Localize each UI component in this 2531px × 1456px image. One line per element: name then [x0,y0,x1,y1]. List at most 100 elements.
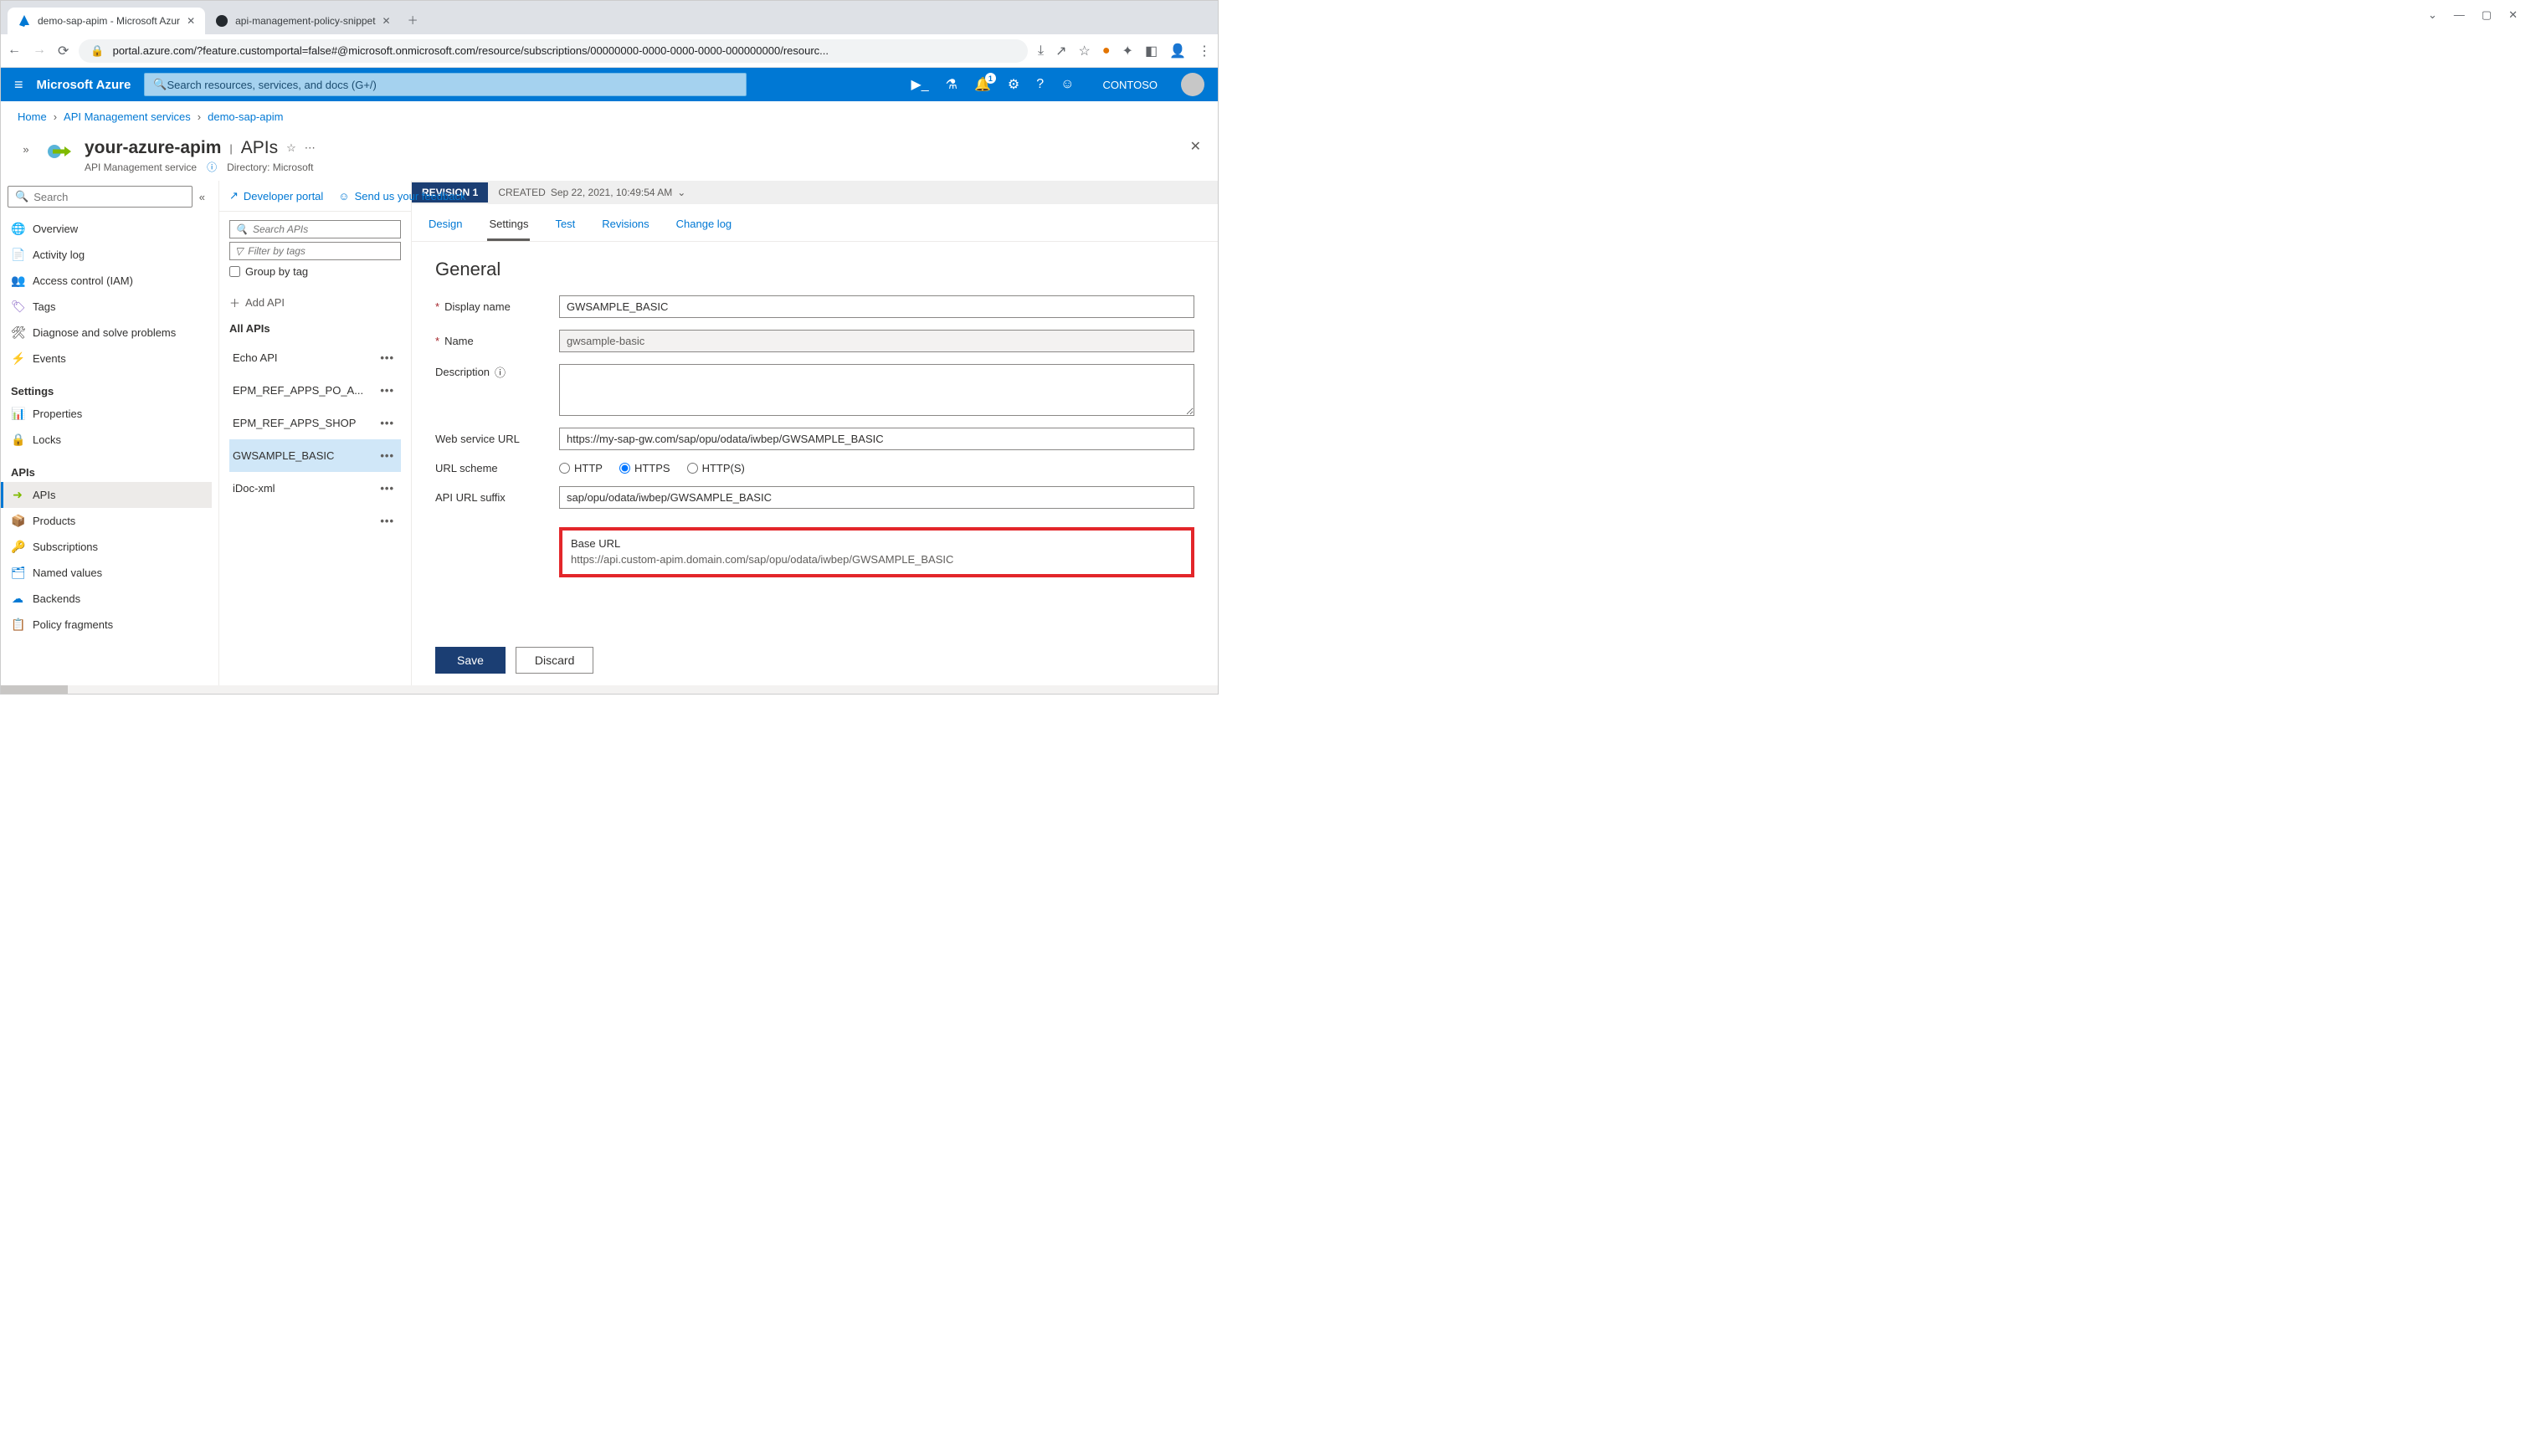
sidebar-item-tags[interactable]: 🏷Tags [1,294,212,320]
url-scheme-radio[interactable] [559,463,570,474]
web-service-url-input[interactable] [559,428,1194,450]
url-scheme-option[interactable]: HTTP(S) [687,462,745,474]
description-input[interactable] [559,364,1194,416]
api-list-item[interactable]: iDoc-xml••• [229,472,401,505]
browser-tab-active[interactable]: demo-sap-apim - Microsoft Azur ✕ [8,8,205,34]
sidebar-item-named-values[interactable]: 🗂Named values [1,560,212,586]
group-by-tag-input[interactable] [229,266,240,277]
api-search[interactable]: 🔍 [229,220,401,238]
group-by-tag-checkbox[interactable]: Group by tag [229,265,401,278]
api-list-item[interactable]: EPM_REF_APPS_SHOP••• [229,407,401,439]
close-tab-icon[interactable]: ✕ [382,15,391,27]
browser-tab[interactable]: api-management-policy-snippet ✕ [205,8,400,34]
sidebar-item-backends[interactable]: ☁Backends [1,586,212,612]
horizontal-scrollbar[interactable] [1,685,1218,694]
api-list-item[interactable]: GWSAMPLE_BASIC••• [229,439,401,472]
close-window-icon[interactable]: ✕ [2508,8,2518,22]
help-icon[interactable]: ? [1036,77,1044,92]
url-scheme-option[interactable]: HTTPS [619,462,670,474]
share-icon[interactable]: ↗ [1055,43,1066,59]
sidepanel-icon[interactable]: ◧ [1145,43,1158,59]
back-icon[interactable]: ← [8,43,21,59]
breadcrumb-services[interactable]: API Management services [64,110,191,123]
tag-filter[interactable]: ▽ [229,242,401,260]
puzzle-icon[interactable]: ✦ [1122,43,1133,59]
reload-icon[interactable]: ⟳ [58,43,69,59]
save-button[interactable]: Save [435,647,506,674]
sidebar-item-locks[interactable]: 🔒Locks [1,427,212,453]
more-icon[interactable]: ••• [380,417,394,429]
feedback-icon[interactable]: ☺ [1060,77,1074,92]
more-icon[interactable]: ••• [380,515,394,527]
sidebar-search[interactable]: 🔍 [8,186,193,208]
tab-revisions[interactable]: Revisions [600,213,650,241]
api-url-suffix-input[interactable] [559,486,1194,509]
tab-settings[interactable]: Settings [487,213,530,241]
url-scheme-radio[interactable] [619,463,630,474]
menu-icon[interactable]: ⋮ [1198,43,1211,59]
api-list-item[interactable]: ••• [229,505,401,537]
extension-icon[interactable]: ● [1102,44,1111,59]
pin-icon[interactable]: ☆ [286,141,296,155]
developer-portal-link[interactable]: ↗ Developer portal [229,189,323,203]
sidebar-item-overview[interactable]: 🌐Overview [1,216,212,242]
new-tab-button[interactable]: ＋ [401,5,425,34]
collapse-sidebar-icon[interactable]: « [199,191,205,203]
avatar[interactable] [1181,73,1204,96]
breadcrumb-resource[interactable]: demo-sap-apim [208,110,283,123]
sidebar-item-properties[interactable]: 📊Properties [1,401,212,427]
sidebar-item-products[interactable]: 📦Products [1,508,212,534]
sidebar-search-input[interactable] [33,191,185,203]
url-scheme-option[interactable]: HTTP [559,462,603,474]
sidebar-item-events[interactable]: ⚡Events [1,346,212,372]
star-icon[interactable]: ☆ [1079,43,1091,59]
maximize-icon[interactable]: ▢ [2482,8,2492,22]
chevron-down-icon[interactable]: ⌄ [677,187,685,198]
nav-label: Subscriptions [33,541,98,553]
install-icon[interactable]: ⤓ [1038,44,1044,59]
profile-icon[interactable]: 👤 [1169,43,1186,59]
filter-icon[interactable]: ⚗ [946,76,957,93]
all-apis-heading[interactable]: All APIs [229,322,401,335]
sidebar-item-apis[interactable]: ➜APIs [1,482,212,508]
add-api-button[interactable]: ＋ Add API [229,290,401,322]
nav-label: Tags [33,300,55,313]
notifications-icon[interactable]: 🔔1 [974,76,991,93]
global-search[interactable]: 🔍 [144,73,747,96]
more-icon[interactable]: ••• [380,449,394,462]
more-icon[interactable]: ⋯ [305,141,316,155]
cloud-shell-icon[interactable]: ▶_ [911,76,928,93]
display-name-input[interactable] [559,295,1194,318]
info-icon[interactable]: ⓘ [495,364,506,380]
discard-button[interactable]: Discard [516,647,593,674]
minimize-icon[interactable]: — [2454,8,2465,22]
close-blade-icon[interactable]: ✕ [1190,138,1201,155]
api-list-item[interactable]: EPM_REF_APPS_PO_A...••• [229,374,401,407]
tab-design[interactable]: Design [427,213,464,241]
api-search-input[interactable] [253,223,395,235]
more-icon[interactable]: ••• [380,351,394,364]
breadcrumb-home[interactable]: Home [18,110,47,123]
url-bar[interactable]: 🔒 portal.azure.com/?feature.customportal… [79,39,1028,63]
url-scheme-radio[interactable] [687,463,698,474]
hamburger-icon[interactable]: ≡ [14,76,23,94]
expand-icon[interactable]: » [18,138,34,156]
more-icon[interactable]: ••• [380,482,394,495]
chevron-down-icon[interactable]: ⌄ [2428,8,2437,22]
tag-filter-input[interactable] [248,245,395,257]
close-tab-icon[interactable]: ✕ [187,15,195,27]
api-list-item[interactable]: Echo API••• [229,341,401,374]
sidebar-item-access-control-iam-[interactable]: 👥Access control (IAM) [1,268,212,294]
sidebar-item-diagnose-and-solve-problems[interactable]: 🛠Diagnose and solve problems [1,320,212,346]
global-search-input[interactable] [167,79,738,91]
info-icon[interactable]: ⓘ [207,160,217,174]
feedback-link[interactable]: ☺ Send us your feedback [338,190,465,203]
gear-icon[interactable]: ⚙ [1008,76,1019,93]
tab-test[interactable]: Test [553,213,577,241]
sidebar-item-policy-fragments[interactable]: 📋Policy fragments [1,612,212,638]
more-icon[interactable]: ••• [380,384,394,397]
sidebar-item-activity-log[interactable]: 📄Activity log [1,242,212,268]
forward-icon[interactable]: → [33,43,46,59]
sidebar-item-subscriptions[interactable]: 🔑Subscriptions [1,534,212,560]
tab-change-log[interactable]: Change log [675,213,734,241]
